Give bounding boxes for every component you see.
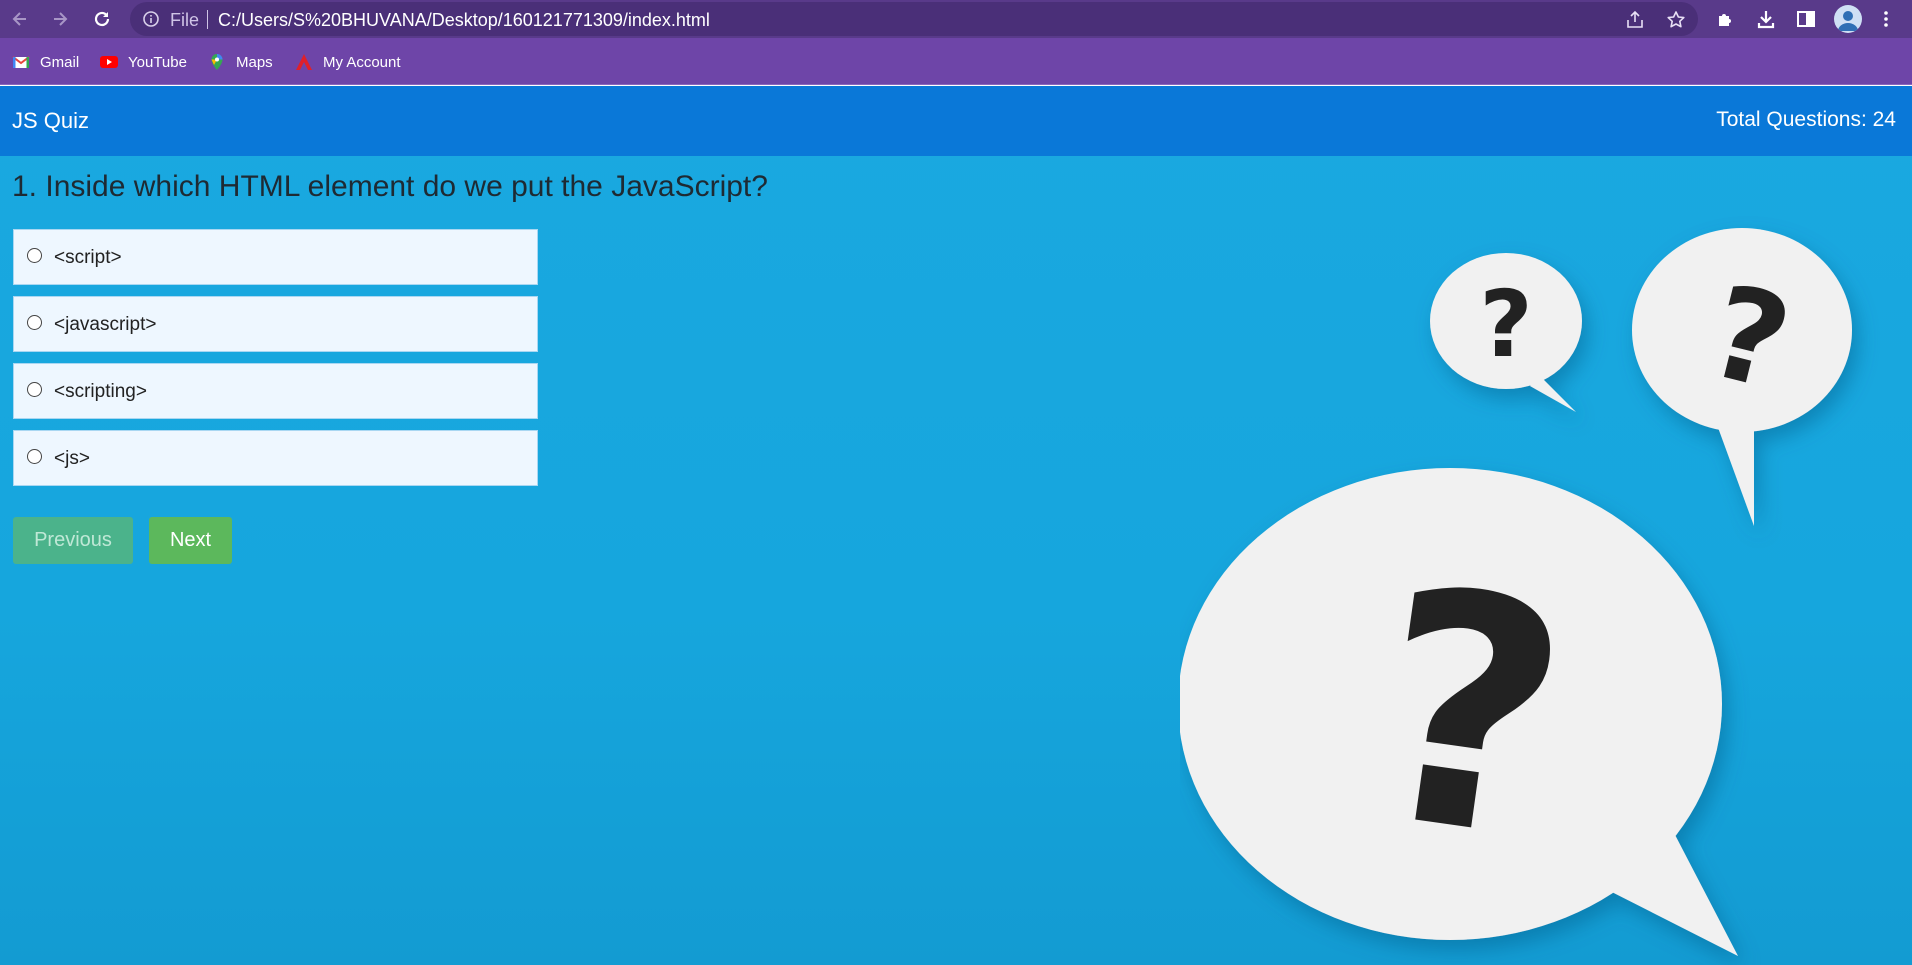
url-scheme-label: File bbox=[170, 10, 200, 30]
extensions-icon[interactable] bbox=[1714, 7, 1738, 31]
reload-icon[interactable] bbox=[88, 6, 116, 32]
bookmark-youtube[interactable]: YouTube bbox=[100, 51, 187, 73]
side-panel-icon[interactable] bbox=[1794, 7, 1818, 31]
share-icon[interactable] bbox=[1624, 9, 1646, 31]
answer-radio[interactable] bbox=[27, 315, 42, 330]
site-info-icon[interactable] bbox=[142, 10, 160, 28]
answer-label: <script> bbox=[54, 247, 122, 268]
question-text: 1. Inside which HTML element do we put t… bbox=[12, 170, 768, 203]
bookmark-gmail[interactable]: Gmail bbox=[12, 51, 79, 73]
total-questions: Total Questions: 24 bbox=[1716, 108, 1896, 131]
answer-option[interactable]: <javascript> bbox=[13, 296, 538, 352]
bookmark-label: YouTube bbox=[128, 53, 187, 71]
app-title: JS Quiz bbox=[12, 108, 90, 133]
answer-radio[interactable] bbox=[27, 248, 42, 263]
bookmark-star-icon[interactable] bbox=[1665, 9, 1687, 31]
bookmark-label: My Account bbox=[323, 53, 401, 71]
question-mark-icon: ? bbox=[1479, 271, 1532, 378]
answer-label: <javascript> bbox=[54, 314, 157, 335]
back-icon[interactable] bbox=[6, 6, 34, 32]
app-header: JS Quiz Total Questions: 24 bbox=[0, 86, 1912, 156]
bookmark-maps[interactable]: Maps bbox=[208, 51, 273, 73]
next-button[interactable]: Next bbox=[149, 517, 232, 564]
bookmark-label: Gmail bbox=[40, 53, 80, 71]
answer-option[interactable]: <js> bbox=[13, 430, 538, 486]
answer-label: <scripting> bbox=[54, 381, 147, 402]
address-bar[interactable]: File C:/Users/S%20BHUVANA/Desktop/160121… bbox=[130, 2, 1698, 36]
browser-toolbar: File C:/Users/S%20BHUVANA/Desktop/160121… bbox=[0, 0, 1912, 38]
previous-button[interactable]: Previous bbox=[13, 517, 133, 564]
bookmark-my-account[interactable]: My Account bbox=[295, 51, 401, 73]
answer-label: <js> bbox=[54, 448, 90, 469]
forward-icon[interactable] bbox=[46, 6, 74, 32]
bookmark-label: Maps bbox=[236, 53, 273, 71]
maps-icon bbox=[208, 53, 226, 71]
url-separator bbox=[207, 10, 208, 29]
bookmarks-bar: Gmail YouTube Maps My Account bbox=[0, 38, 1912, 85]
question-bubbles-illustration: ? ? ? bbox=[1180, 228, 1852, 956]
profile-avatar-icon[interactable] bbox=[1834, 5, 1862, 33]
menu-kebab-icon[interactable] bbox=[1874, 7, 1898, 31]
url-text[interactable]: C:/Users/S%20BHUVANA/Desktop/16012177130… bbox=[218, 10, 710, 31]
gmail-icon bbox=[12, 53, 30, 71]
answer-radio[interactable] bbox=[27, 382, 42, 397]
download-icon[interactable] bbox=[1754, 7, 1778, 31]
answer-option[interactable]: <script> bbox=[13, 229, 538, 285]
account-icon bbox=[295, 53, 313, 71]
answer-option[interactable]: <scripting> bbox=[13, 363, 538, 419]
answer-radio[interactable] bbox=[27, 449, 42, 464]
quiz-page: JS Quiz Total Questions: 24 1. Inside wh… bbox=[0, 86, 1912, 965]
youtube-icon bbox=[100, 53, 118, 71]
